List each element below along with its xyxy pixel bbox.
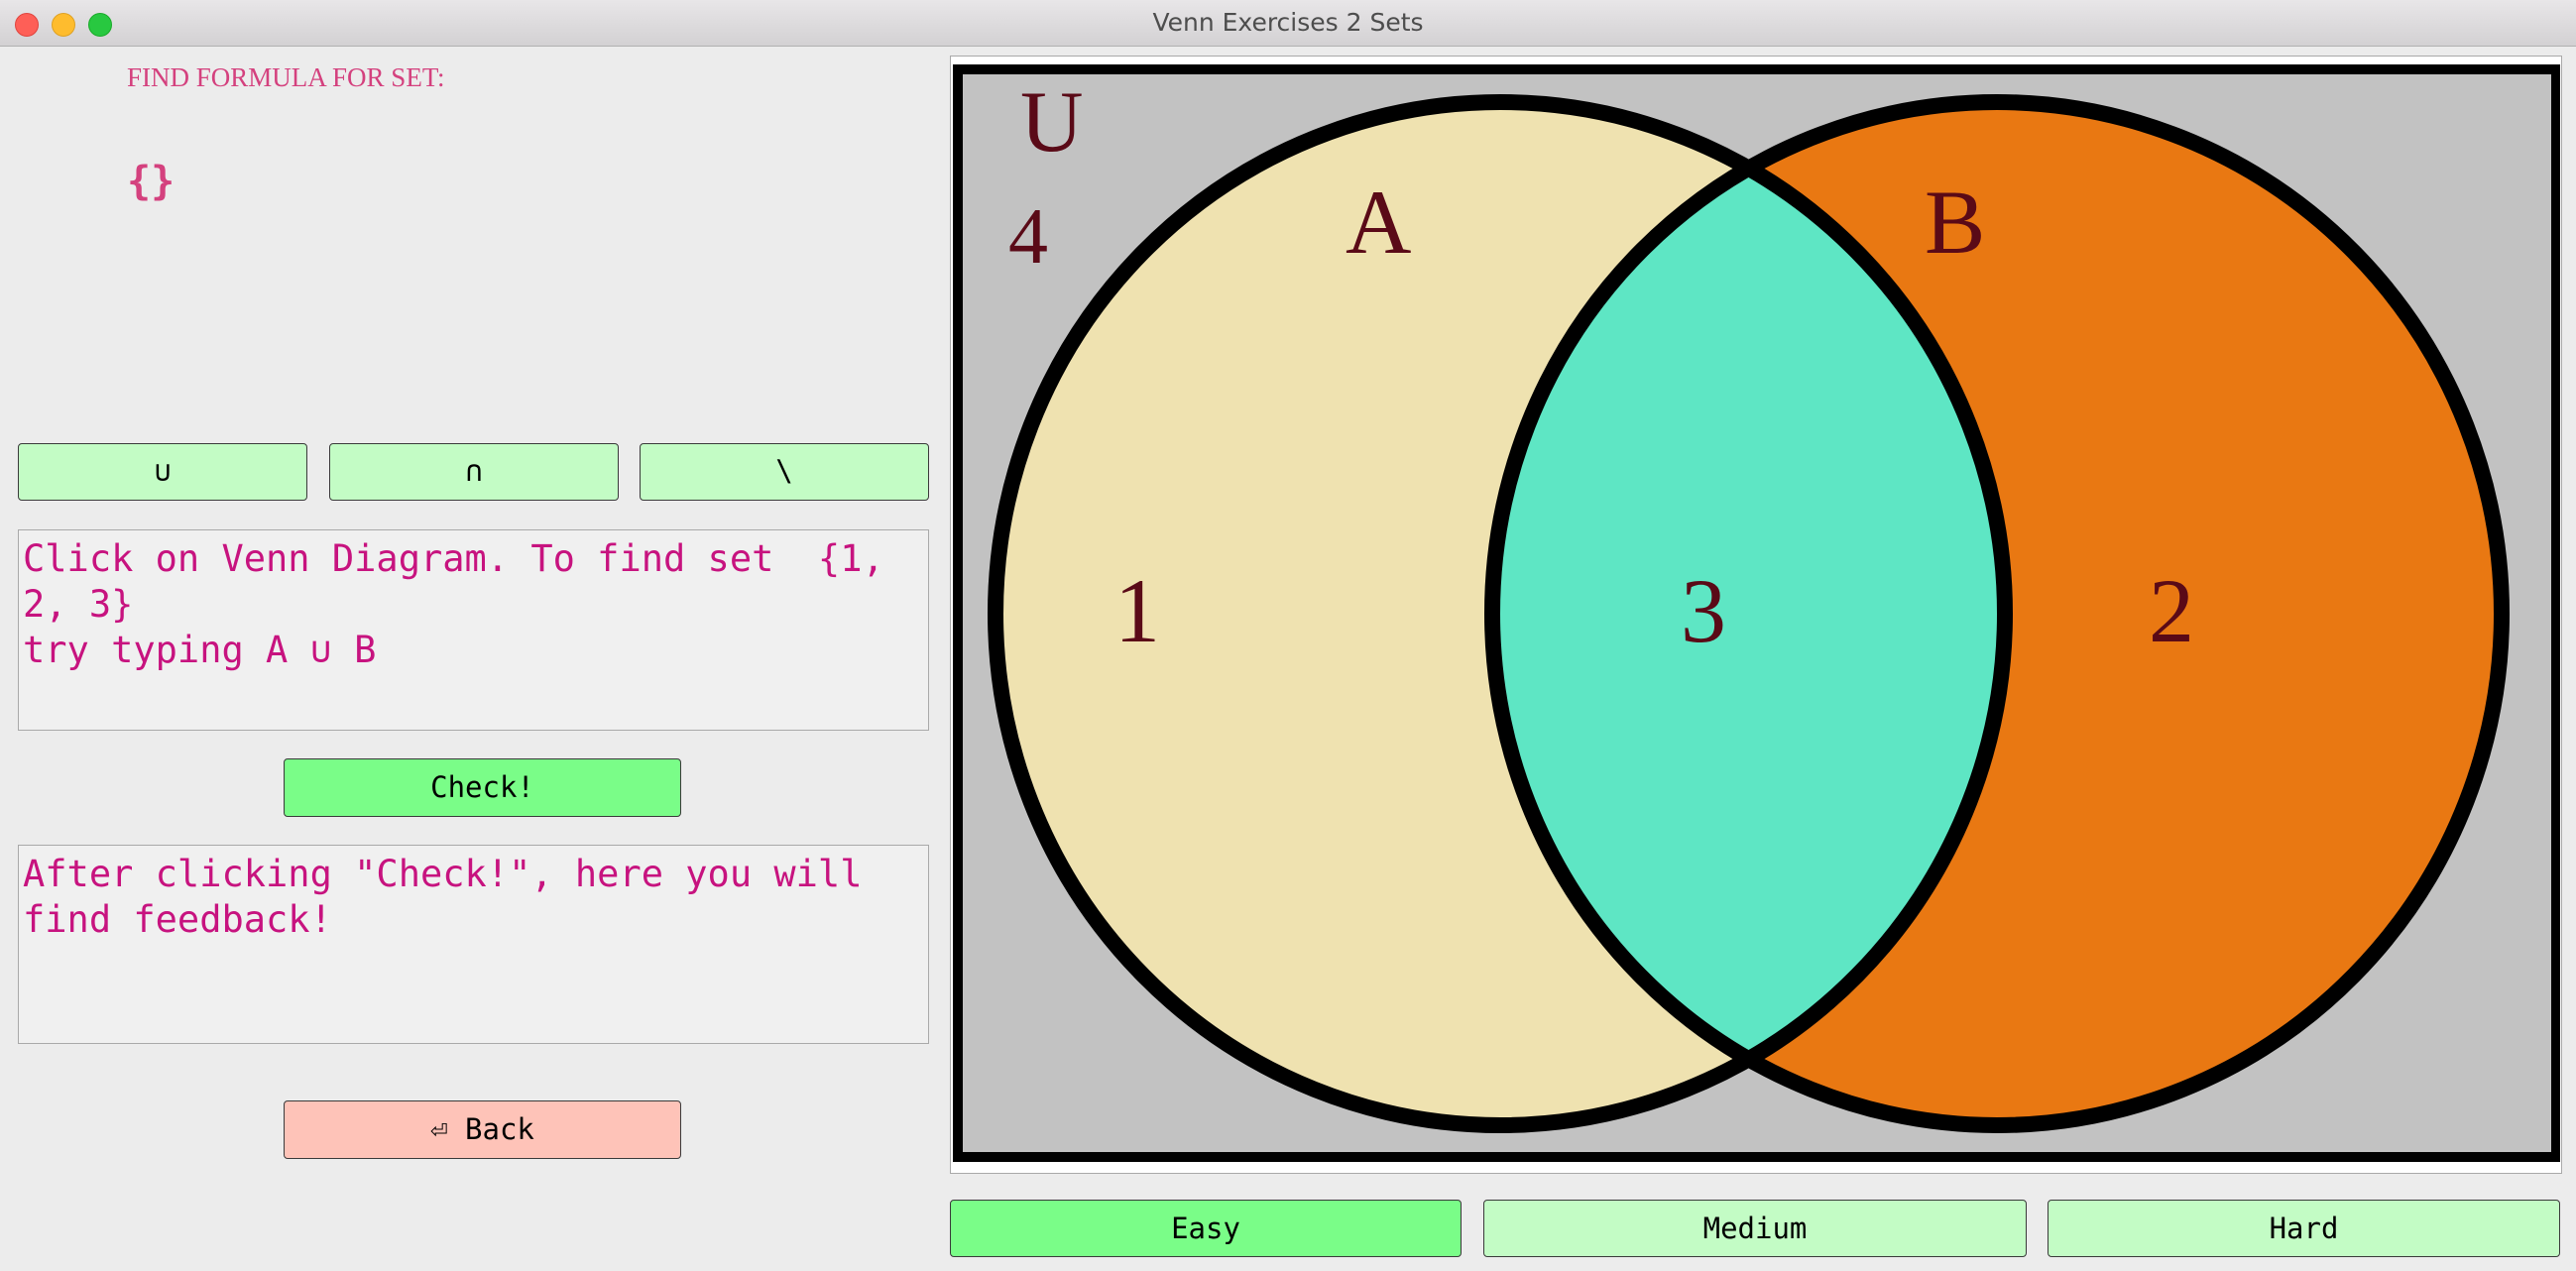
title-bar: Venn Exercises 2 Sets (0, 0, 2576, 47)
venn-diagram[interactable]: U 4 A B 1 3 2 (950, 56, 2562, 1174)
universe-label: U (1020, 74, 1084, 171)
prompt-label: FIND FORMULA FOR SET: (127, 62, 445, 92)
check-button[interactable]: Check! (284, 758, 681, 817)
hard-level-button[interactable]: Hard (2048, 1200, 2560, 1257)
target-set: {} (127, 159, 176, 204)
set-a-label: A (1346, 172, 1411, 273)
region-intersection-value: 3 (1681, 560, 1726, 661)
difference-operator-button[interactable]: \ (640, 443, 929, 501)
set-b-label: B (1925, 172, 1985, 273)
venn-diagram-canvas[interactable]: U 4 A B 1 3 2 (951, 57, 2560, 1172)
back-button[interactable]: ⏎ Back (284, 1100, 681, 1159)
medium-level-button[interactable]: Medium (1483, 1200, 2027, 1257)
region-a-only-value: 1 (1114, 560, 1160, 661)
feedback-text: After clicking "Check!", here you will f… (18, 845, 929, 1044)
easy-level-button[interactable]: Easy (950, 1200, 1462, 1257)
union-operator-button[interactable]: ∪ (18, 443, 307, 501)
window-title: Venn Exercises 2 Sets (1152, 8, 1424, 37)
intersection-operator-button[interactable]: ∩ (329, 443, 619, 501)
universe-region-value: 4 (1008, 193, 1048, 281)
formula-input[interactable]: Click on Venn Diagram. To find set {1, 2… (18, 529, 929, 731)
region-b-only-value: 2 (2149, 560, 2194, 661)
